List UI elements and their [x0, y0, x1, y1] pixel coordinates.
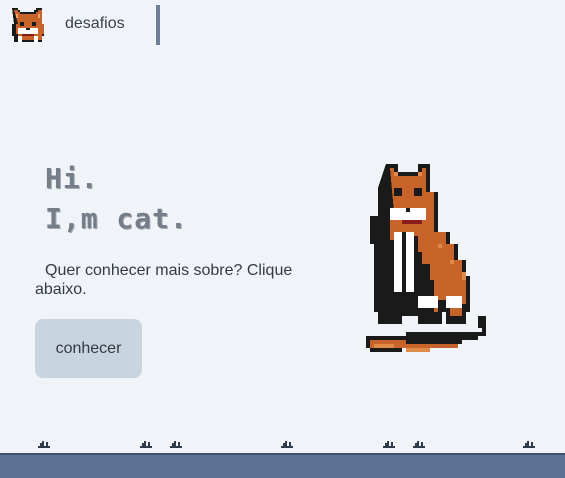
top-nav: desafios [0, 0, 565, 52]
hero-description: Quer conhecer mais sobre? Clique abaixo. [35, 262, 293, 298]
nav-link-desafios[interactable]: desafios [65, 15, 125, 33]
hero-title: I,m cat. [45, 202, 188, 235]
nav-divider [156, 5, 160, 45]
pixel-cat-face-icon[interactable] [8, 6, 48, 46]
conhecer-button[interactable]: conhecer [35, 319, 142, 378]
pixel-cat-sitting-icon [366, 164, 486, 352]
hero-greeting: Hi. [45, 162, 99, 195]
ground [0, 453, 565, 478]
